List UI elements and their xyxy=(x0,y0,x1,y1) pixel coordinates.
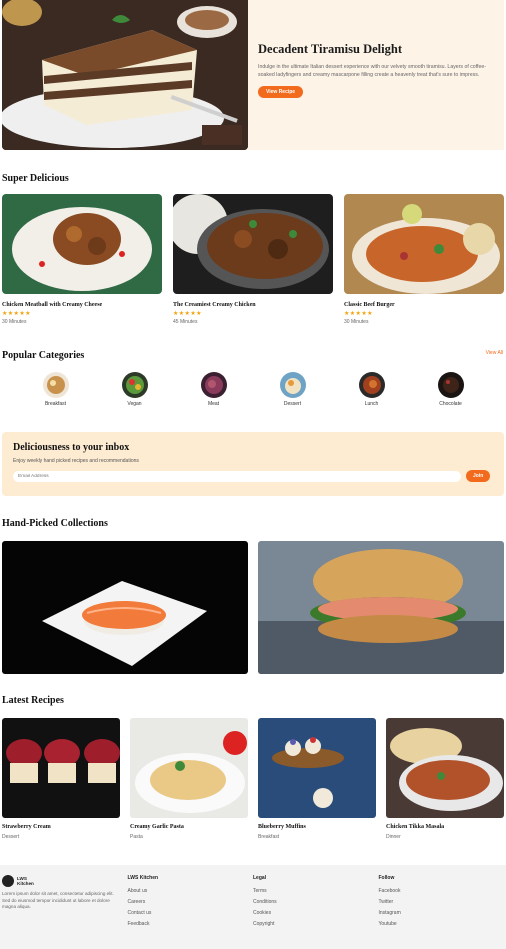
rating-stars: ★★★★★ xyxy=(2,311,31,317)
footer-brand: LWS Kitchen Lorem ipsum dolor sit amet, … xyxy=(2,875,128,939)
recipe-image[interactable] xyxy=(2,194,162,294)
category-list: Breakfast Vegan Meat Dessert Lunch Choco… xyxy=(0,372,506,407)
newsletter-section: Deliciousness to your inbox Enjoy weekly… xyxy=(2,432,504,496)
recipe-card[interactable]: Classic Beef Burger ★★★★★ 30 Minutes xyxy=(344,194,504,325)
recipe-time: 45 Minutes xyxy=(173,319,198,325)
recipe-title[interactable]: Classic Beef Burger xyxy=(344,302,504,308)
footer-heading: LWS Kitchen xyxy=(127,875,159,881)
recipe-card[interactable]: Blueberry Muffins Breakfast xyxy=(258,718,376,840)
recipe-image[interactable] xyxy=(344,194,504,294)
hero-panel: Decadent Tiramisu Delight Indulge in the… xyxy=(248,0,504,150)
category-lunch[interactable]: Lunch xyxy=(347,372,397,407)
footer-link-facebook[interactable]: Facebook xyxy=(379,888,505,894)
recipe-title[interactable]: Blueberry Muffins xyxy=(258,824,376,830)
recipe-time: 30 Minutes xyxy=(2,319,27,325)
footer-link-feedback[interactable]: Feedback xyxy=(128,921,254,927)
category-label: Chocolate xyxy=(439,401,462,407)
collection-image-bagel[interactable] xyxy=(258,541,504,674)
chef-icon xyxy=(2,875,14,887)
footer-column-follow: Follow Facebook Twitter Instagram Youtub… xyxy=(379,875,505,939)
hero-section: Decadent Tiramisu Delight Indulge in the… xyxy=(2,0,504,150)
footer-column-legal: Legal Terms Conditions Cookies Copyright xyxy=(253,875,379,939)
recipe-category: Breakfast xyxy=(258,834,280,840)
recipe-card[interactable]: Chicken Tikka Masala Dinner xyxy=(386,718,504,840)
category-label: Lunch xyxy=(364,401,379,407)
recipe-image[interactable] xyxy=(258,718,376,818)
section-heading-hand-picked: Hand-Picked Collections xyxy=(2,518,108,529)
newsletter-subtitle: Enjoy weekly hand picked recipes and rec… xyxy=(13,458,139,464)
section-heading-popular-categories: Popular Categories xyxy=(2,350,85,361)
recipe-card[interactable]: Strawberry Cream Dessert xyxy=(2,718,120,840)
newsletter-title: Deliciousness to your inbox xyxy=(13,442,130,453)
lunch-icon xyxy=(358,372,385,398)
join-button[interactable]: Join xyxy=(466,470,491,482)
footer-link-youtube[interactable]: Youtube xyxy=(379,921,505,927)
footer-link-copyright[interactable]: Copyright xyxy=(253,921,379,927)
chocolate-icon xyxy=(437,372,464,398)
view-all-link[interactable]: View All xyxy=(486,350,503,356)
footer-link-contact[interactable]: Contact us xyxy=(128,910,254,916)
footer-link-terms[interactable]: Terms xyxy=(253,888,379,894)
footer-heading: Legal xyxy=(253,875,267,881)
footer-link-cookies[interactable]: Cookies xyxy=(253,910,379,916)
rating-stars: ★★★★★ xyxy=(344,311,373,317)
recipe-time: 30 Minutes xyxy=(344,319,369,325)
category-vegan[interactable]: Vegan xyxy=(110,372,160,407)
category-label: Dessert xyxy=(283,401,302,407)
footer-link-careers[interactable]: Careers xyxy=(128,899,254,905)
footer-link-about[interactable]: About us xyxy=(128,888,254,894)
hero-title: Decadent Tiramisu Delight xyxy=(258,42,402,56)
dessert-icon xyxy=(279,372,306,398)
recipe-title[interactable]: Creamy Garlic Pasta xyxy=(130,824,248,830)
recipe-image[interactable] xyxy=(386,718,504,818)
footer-heading: Follow xyxy=(378,875,395,881)
recipe-category: Dessert xyxy=(2,834,20,840)
recipe-title[interactable]: Chicken Tikka Masala xyxy=(386,824,504,830)
logo-line-2: Kitchen xyxy=(17,881,34,886)
email-input[interactable] xyxy=(13,470,461,482)
breakfast-icon xyxy=(42,372,69,398)
recipe-title[interactable]: Strawberry Cream xyxy=(2,824,120,830)
footer-link-twitter[interactable]: Twitter xyxy=(379,899,505,905)
meat-icon xyxy=(200,372,227,398)
recipe-card[interactable]: Creamy Garlic Pasta Pasta xyxy=(130,718,248,840)
footer-link-conditions[interactable]: Conditions xyxy=(253,899,379,905)
hand-picked-list xyxy=(2,541,504,674)
view-recipe-button[interactable]: View Recipe xyxy=(258,86,304,98)
footer-logo[interactable]: LWS Kitchen xyxy=(2,875,128,887)
category-dessert[interactable]: Dessert xyxy=(268,372,318,407)
hero-description: Indulge in the ultimate Italian dessert … xyxy=(258,64,486,78)
hero-image-tiramisu xyxy=(2,0,248,150)
collection-image-sushi[interactable] xyxy=(2,541,248,674)
category-meat[interactable]: Meat xyxy=(189,372,239,407)
rating-stars: ★★★★★ xyxy=(173,311,202,317)
recipe-category: Dinner xyxy=(386,834,401,840)
section-heading-latest-recipes: Latest Recipes xyxy=(2,695,64,706)
vegan-icon xyxy=(121,372,148,398)
recipe-image[interactable] xyxy=(2,718,120,818)
recipe-card[interactable]: Chicken Meatball with Creamy Cheese ★★★★… xyxy=(2,194,162,325)
newsletter-form: Join xyxy=(13,470,493,482)
category-label: Meat xyxy=(207,401,220,407)
footer-column-kitchen: LWS Kitchen About us Careers Contact us … xyxy=(128,875,254,939)
category-label: Vegan xyxy=(127,401,142,407)
recipe-card[interactable]: The Creamiest Creamy Chicken ★★★★★ 45 Mi… xyxy=(173,194,333,325)
recipe-image[interactable] xyxy=(130,718,248,818)
footer-link-instagram[interactable]: Instagram xyxy=(379,910,505,916)
super-delicious-list: Chicken Meatball with Creamy Cheese ★★★★… xyxy=(2,194,504,325)
section-heading-super-delicious: Super Delicious xyxy=(2,173,69,184)
footer-description: Lorem ipsum dolor sit amet, consectetur … xyxy=(2,891,114,909)
recipe-title[interactable]: The Creamiest Creamy Chicken xyxy=(173,302,333,308)
recipe-title[interactable]: Chicken Meatball with Creamy Cheese xyxy=(2,302,162,308)
footer: LWS Kitchen Lorem ipsum dolor sit amet, … xyxy=(0,865,506,949)
recipe-category: Pasta xyxy=(130,834,143,840)
category-label: Breakfast xyxy=(44,401,67,407)
latest-recipes-list: Strawberry Cream Dessert Creamy Garlic P… xyxy=(2,718,504,840)
recipe-image[interactable] xyxy=(173,194,333,294)
category-breakfast[interactable]: Breakfast xyxy=(31,372,81,407)
category-chocolate[interactable]: Chocolate xyxy=(426,372,476,407)
